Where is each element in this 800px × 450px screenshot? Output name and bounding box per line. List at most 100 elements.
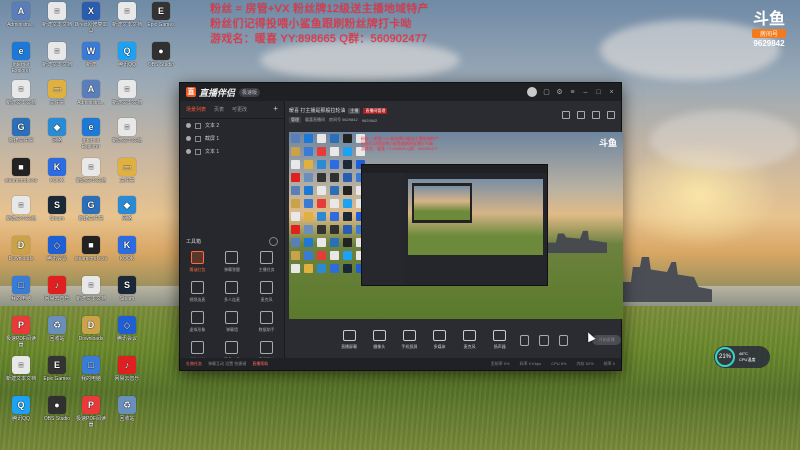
message-icon[interactable]: ▢ bbox=[543, 89, 550, 96]
source-button[interactable]: 扬声器 bbox=[490, 330, 510, 350]
room-manage-badge[interactable]: 直播间管理 bbox=[363, 107, 388, 114]
lock-icon[interactable] bbox=[195, 122, 201, 129]
manage-button[interactable]: 管理 bbox=[289, 117, 301, 123]
tool-item[interactable]: 数据助手 bbox=[249, 311, 284, 333]
desktop-icon[interactable]: E Epic Games bbox=[40, 356, 74, 382]
gift-icon[interactable] bbox=[562, 111, 570, 119]
desktop-icon[interactable]: ● OBS Studio bbox=[40, 396, 74, 422]
tab-pages[interactable]: 页表 bbox=[214, 106, 224, 113]
performance-widget[interactable]: 21% 48°C CPU温度 bbox=[714, 346, 770, 368]
gift-task-link[interactable]: 礼物任务 bbox=[186, 361, 202, 367]
desktop-icon[interactable]: P 极速PDF阅读器 bbox=[74, 396, 108, 428]
toolbox-settings-icon[interactable] bbox=[269, 237, 278, 246]
lock-icon[interactable] bbox=[195, 148, 201, 155]
tool-item[interactable]: 弹幕墙 bbox=[215, 311, 250, 333]
source-button[interactable]: 手机投屏 bbox=[399, 330, 419, 350]
desktop-icon[interactable]: ≡ 新建文本文档 bbox=[40, 42, 74, 68]
tool-item[interactable]: 猜谜红包 bbox=[180, 251, 215, 273]
help-link[interactable]: 直播帮助 bbox=[252, 361, 268, 367]
desktop-icon[interactable]: ≡ 新建文本文档 bbox=[4, 356, 38, 382]
settings-icon[interactable]: ⚙ bbox=[556, 89, 563, 96]
gear-icon[interactable] bbox=[558, 334, 569, 346]
stream-title[interactable]: 暖喜 打主播是那般拉轮油 bbox=[289, 107, 345, 114]
user-avatar[interactable] bbox=[527, 87, 537, 97]
minimize-icon[interactable]: – bbox=[582, 89, 589, 96]
desktop-icon[interactable]: ● OBS Studio bbox=[144, 42, 178, 68]
title-bar[interactable]: 直 直播伴侣 极速版 ▢ ⚙ ≡ – □ × bbox=[180, 83, 621, 101]
desktop-icon[interactable]: P 极速PDF阅读器 bbox=[4, 316, 38, 348]
eye-icon[interactable] bbox=[186, 136, 191, 141]
desktop-icon[interactable]: ♻ 回收站 bbox=[40, 316, 74, 342]
desktop-icon[interactable]: ≡ 新建文本文档 bbox=[4, 196, 38, 222]
stream-preview[interactable]: 粉丝 = 房管+VX 粉丝牌12级送主播地域特产 粉丝们记得投喂小鲨鱼跟刷粉丝牌… bbox=[289, 132, 623, 319]
share-icon[interactable] bbox=[607, 111, 615, 119]
desktop-icon[interactable]: ◆ 网络 bbox=[40, 118, 74, 144]
desktop-icon[interactable]: K KOOK bbox=[40, 158, 74, 184]
desktop-icon[interactable]: ◆ 网络 bbox=[110, 196, 144, 222]
desktop-icon[interactable]: ◇ 腾讯会议 bbox=[40, 236, 74, 262]
desktop-icon[interactable]: ≡ 新建文本文档 bbox=[110, 118, 144, 144]
desktop-icon[interactable]: S Steam bbox=[40, 196, 74, 222]
tool-item[interactable]: 多人连麦 bbox=[215, 281, 250, 303]
maximize-icon[interactable]: □ bbox=[595, 89, 602, 96]
settings-icon[interactable] bbox=[539, 334, 549, 346]
tab-scenes[interactable]: 场景列表 bbox=[186, 106, 206, 113]
desktop-icon[interactable]: X DirectX 修复工具 bbox=[74, 2, 108, 34]
desktop-icon[interactable]: ≡ 新建文本文档 bbox=[74, 276, 108, 302]
app-icon: X bbox=[82, 2, 100, 20]
desktop-icon[interactable]: e Internet Explorer bbox=[74, 118, 108, 150]
tab-editable[interactable]: 可更改 bbox=[232, 106, 247, 113]
desktop-icon[interactable]: ▭ 文件夹 bbox=[110, 158, 144, 184]
menu-icon[interactable]: ≡ bbox=[569, 89, 576, 96]
status-links[interactable]: 弹幕互动 设置 快捷键 bbox=[208, 361, 246, 367]
desktop-icon[interactable]: S Steam bbox=[110, 276, 144, 302]
desktop-icon[interactable]: Q 腾讯QQ bbox=[4, 396, 38, 422]
source-button[interactable]: 麦克风 bbox=[460, 330, 480, 350]
start-live-button[interactable]: 开始直播 bbox=[592, 335, 622, 345]
desktop-icon[interactable]: ♻ 回收站 bbox=[110, 396, 144, 422]
desktop-icon[interactable]: ≡ 新建文本文档 bbox=[40, 2, 74, 28]
desktop-icon[interactable]: E Epic Games bbox=[144, 2, 178, 28]
scene-item[interactable]: 文本 2 bbox=[180, 119, 284, 132]
desktop-icon[interactable]: ▭ 文件夹 bbox=[40, 80, 74, 106]
desktop-icon[interactable]: ≡ 新建文本文档 bbox=[74, 158, 108, 184]
close-icon[interactable]: × bbox=[608, 89, 615, 96]
desktop-icon[interactable]: ◇ 腾讯会议 bbox=[110, 316, 144, 342]
desktop-icon[interactable]: D Downloads bbox=[4, 236, 38, 262]
screenshot-icon[interactable] bbox=[592, 111, 600, 119]
desktop-icon[interactable]: ≡ 新建文本文档 bbox=[110, 80, 144, 106]
tool-item[interactable]: 弹幕答题 bbox=[215, 251, 250, 273]
desktop-icon[interactable]: ≡ 新建文本文档 bbox=[110, 2, 144, 28]
desktop-icon[interactable]: ■ steamcmd.exe bbox=[4, 158, 38, 184]
tool-item[interactable]: 麦克风 bbox=[249, 281, 284, 303]
desktop-icon[interactable]: G 新建文件夹 bbox=[4, 118, 38, 144]
add-scene-button[interactable]: + bbox=[273, 105, 278, 113]
desktop-icon[interactable]: e Internet Explorer bbox=[4, 42, 38, 74]
tool-item[interactable]: 视频连麦 bbox=[180, 281, 215, 303]
camera-icon[interactable] bbox=[519, 334, 530, 346]
scene-item[interactable]: 截屏 1 bbox=[180, 132, 284, 145]
desktop-icon[interactable]: D Downloads bbox=[74, 316, 108, 342]
lock-icon[interactable] bbox=[195, 135, 201, 142]
source-button[interactable]: 直播屏幕 bbox=[339, 330, 359, 350]
desktop-icon[interactable]: K KOOK bbox=[110, 236, 144, 262]
desktop-icon[interactable]: ♪ 网易云音乐 bbox=[110, 356, 144, 382]
desktop-icon[interactable]: A Administra... bbox=[4, 2, 38, 28]
source-button[interactable]: 摄像头 bbox=[369, 330, 389, 350]
record-icon[interactable] bbox=[577, 111, 585, 119]
tool-item[interactable]: 主播任务 bbox=[249, 251, 284, 273]
scene-item[interactable]: 文本 1 bbox=[180, 145, 284, 158]
desktop-icon[interactable]: □ 我的电脑 bbox=[4, 276, 38, 302]
source-button[interactable]: 多媒体 bbox=[429, 330, 449, 350]
tool-item[interactable]: 虚拟形象 bbox=[180, 311, 215, 333]
eye-icon[interactable] bbox=[186, 149, 191, 154]
desktop-icon[interactable]: W 新建 bbox=[74, 42, 108, 68]
desktop-icon[interactable]: Q 腾讯QQ bbox=[110, 42, 144, 68]
desktop-icon[interactable]: ■ steamcmd.exe bbox=[74, 236, 108, 262]
desktop-icon[interactable]: G 新建文件夹 bbox=[74, 196, 108, 222]
desktop-icon[interactable]: ♪ 网易云音乐 bbox=[40, 276, 74, 302]
desktop-icon[interactable]: A Administra... bbox=[74, 80, 108, 106]
desktop-icon[interactable]: □ 我的电脑 bbox=[74, 356, 108, 382]
eye-icon[interactable] bbox=[186, 123, 191, 128]
desktop-icon[interactable]: ≡ 新建文本文档 bbox=[4, 80, 38, 106]
